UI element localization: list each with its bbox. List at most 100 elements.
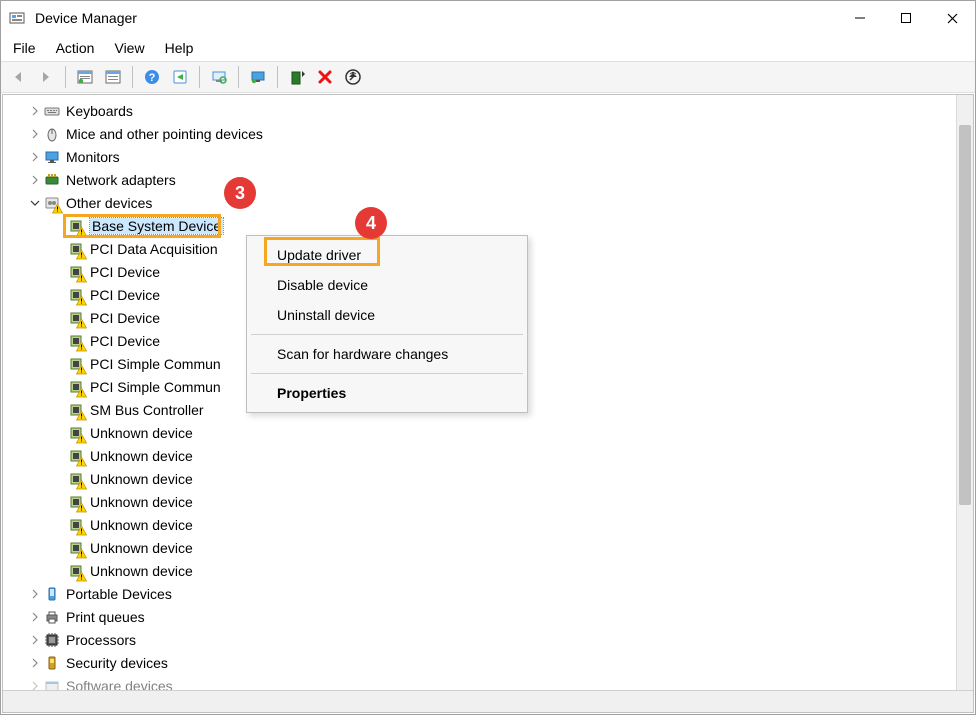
tree-label: PCI Simple Commun <box>90 356 221 372</box>
tree-node-unknown-device[interactable]: Unknown device <box>3 490 955 513</box>
toolbar-forward-button[interactable] <box>33 64 59 90</box>
chevron-right-icon[interactable] <box>27 126 43 142</box>
device-warning-icon <box>67 263 85 281</box>
other-devices-icon <box>43 194 61 212</box>
tree-label: Processors <box>66 632 136 648</box>
security-icon <box>43 654 61 672</box>
toolbar-uninstall-button[interactable] <box>312 64 338 90</box>
chevron-down-icon[interactable] <box>27 195 43 211</box>
context-menu-properties[interactable]: Properties <box>247 378 527 408</box>
tree-node-security-devices[interactable]: Security devices <box>3 651 955 674</box>
toolbar-scan-button[interactable] <box>206 64 232 90</box>
tree-label: Other devices <box>66 195 152 211</box>
tree-label: Monitors <box>66 149 120 165</box>
tree-label: Keyboards <box>66 103 133 119</box>
tree-label: Unknown device <box>90 517 193 533</box>
chevron-right-icon[interactable] <box>27 609 43 625</box>
tree-label: Unknown device <box>90 425 193 441</box>
close-button[interactable] <box>929 2 975 34</box>
cpu-icon <box>43 631 61 649</box>
tree-label: Print queues <box>66 609 145 625</box>
toolbar-add-device-button[interactable] <box>284 64 310 90</box>
tree-node-unknown-device[interactable]: Unknown device <box>3 536 955 559</box>
tree-node-unknown-device[interactable]: Unknown device <box>3 513 955 536</box>
printer-icon <box>43 608 61 626</box>
minimize-button[interactable] <box>837 2 883 34</box>
toolbar-properties-button[interactable] <box>100 64 126 90</box>
tree-node-mice[interactable]: Mice and other pointing devices <box>3 122 955 145</box>
tree-node-unknown-device[interactable]: Unknown device <box>3 467 955 490</box>
tree-node-other-devices[interactable]: Other devices <box>3 191 955 214</box>
context-menu-disable-device[interactable]: Disable device <box>247 270 527 300</box>
toolbar-show-hide-tree-button[interactable] <box>72 64 98 90</box>
chevron-right-icon[interactable] <box>27 586 43 602</box>
tree-node-software-devices[interactable]: Software devices <box>3 674 955 690</box>
tree-label: Security devices <box>66 655 168 671</box>
chevron-right-icon[interactable] <box>27 632 43 648</box>
network-icon <box>43 171 61 189</box>
tree-label: PCI Simple Commun <box>90 379 221 395</box>
device-warning-icon <box>67 493 85 511</box>
tree-node-unknown-device[interactable]: Unknown device <box>3 444 955 467</box>
tree-label: Unknown device <box>90 494 193 510</box>
tree-label: PCI Device <box>90 310 160 326</box>
content-panel: Keyboards Mice and other pointing device… <box>2 94 974 713</box>
scrollbar-thumb[interactable] <box>959 125 971 505</box>
chevron-right-icon[interactable] <box>27 655 43 671</box>
toolbar-action-button[interactable] <box>167 64 193 90</box>
device-warning-icon <box>67 309 85 327</box>
tree-label: Unknown device <box>90 540 193 556</box>
menu-view[interactable]: View <box>110 38 156 58</box>
toolbar-monitors-button[interactable] <box>245 64 271 90</box>
menu-action[interactable]: Action <box>52 38 107 58</box>
maximize-button[interactable] <box>883 2 929 34</box>
tree-label: Unknown device <box>90 471 193 487</box>
toolbar-update-button[interactable] <box>340 64 366 90</box>
tree-label: SM Bus Controller <box>90 402 204 418</box>
tree-node-print-queues[interactable]: Print queues <box>3 605 955 628</box>
context-menu-separator <box>251 373 523 374</box>
device-warning-icon <box>67 355 85 373</box>
device-warning-icon <box>67 516 85 534</box>
annotation-callout-4: 4 <box>355 207 387 239</box>
context-menu-separator <box>251 334 523 335</box>
app-icon <box>9 10 25 26</box>
tree-label: PCI Device <box>90 264 160 280</box>
context-menu-scan-hardware[interactable]: Scan for hardware changes <box>247 339 527 369</box>
tree-node-unknown-device[interactable]: Unknown device <box>3 421 955 444</box>
device-warning-icon <box>67 470 85 488</box>
tree-node-network-adapters[interactable]: Network adapters <box>3 168 955 191</box>
tree-node-portable-devices[interactable]: Portable Devices <box>3 582 955 605</box>
device-warning-icon <box>67 424 85 442</box>
tree-label: Unknown device <box>90 448 193 464</box>
tree-node-monitors[interactable]: Monitors <box>3 145 955 168</box>
tree-node-processors[interactable]: Processors <box>3 628 955 651</box>
vertical-scrollbar[interactable] <box>956 95 973 690</box>
menu-help[interactable]: Help <box>161 38 206 58</box>
chevron-right-icon[interactable] <box>27 149 43 165</box>
tree-label: PCI Device <box>90 333 160 349</box>
tree-node-unknown-device[interactable]: Unknown device <box>3 559 955 582</box>
toolbar-help-button[interactable] <box>139 64 165 90</box>
tree-label: PCI Data Acquisition <box>90 241 218 257</box>
device-warning-icon <box>67 539 85 557</box>
device-warning-icon <box>67 401 85 419</box>
toolbar-back-button[interactable] <box>5 64 31 90</box>
chevron-right-icon[interactable] <box>27 678 43 691</box>
chevron-right-icon[interactable] <box>27 172 43 188</box>
chevron-right-icon[interactable] <box>27 103 43 119</box>
menu-file[interactable]: File <box>9 38 48 58</box>
device-warning-icon <box>67 562 85 580</box>
toolbar <box>1 61 975 93</box>
portable-icon <box>43 585 61 603</box>
device-warning-icon <box>67 332 85 350</box>
monitor-icon <box>43 148 61 166</box>
tree-area: Keyboards Mice and other pointing device… <box>3 95 973 690</box>
tree-node-keyboards[interactable]: Keyboards <box>3 99 955 122</box>
annotation-highlight-3 <box>63 214 221 238</box>
annotation-highlight-4 <box>264 237 380 266</box>
tree-label: Software devices <box>66 678 173 691</box>
status-bar <box>3 690 973 712</box>
tree-label: Unknown device <box>90 563 193 579</box>
context-menu-uninstall-device[interactable]: Uninstall device <box>247 300 527 330</box>
